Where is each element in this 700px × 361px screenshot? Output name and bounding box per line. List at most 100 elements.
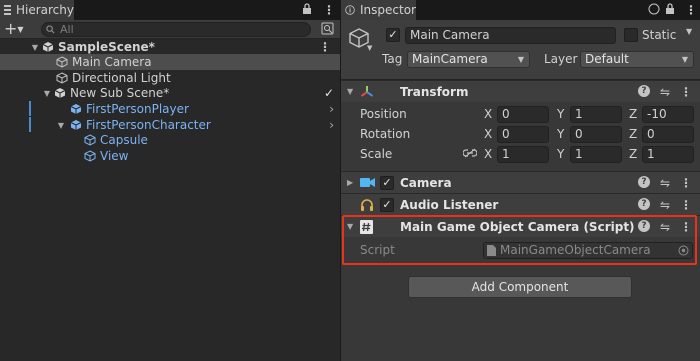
axis-z-label[interactable]: Z — [629, 127, 637, 141]
hierarchy-tab-label: Hierarchy — [15, 3, 74, 17]
transform-header[interactable]: ▼ Transform ? ⇋ ⋮ — [341, 80, 700, 102]
fold-arrow-icon[interactable]: ▼ — [30, 43, 40, 52]
tab-menu-kebab-icon[interactable]: ⋮ — [323, 3, 335, 17]
layer-value: Default — [585, 52, 629, 66]
hierarchy-row-firstpersonplayer[interactable]: FirstPersonPlayer › — [0, 101, 340, 117]
tab-menu-kebab-icon[interactable]: ⋮ — [685, 3, 697, 17]
position-x-field[interactable]: 0 — [497, 106, 549, 123]
scale-z-field[interactable]: 1 — [642, 146, 694, 163]
hierarchy-row-firstpersoncharacter[interactable]: ▼ FirstPersonCharacter › — [0, 117, 340, 133]
help-icon[interactable]: ? — [637, 84, 650, 97]
lock-icon[interactable] — [665, 3, 675, 18]
search-scene-filter-icon[interactable] — [321, 22, 334, 38]
hierarchy-panel: Hierarchy ⋮ +▼ All ▼ SampleScene* ⋮ Main… — [0, 0, 340, 361]
add-component-button[interactable]: Add Component — [408, 276, 632, 298]
component-header-icons: ? ⇋ ⋮ — [637, 197, 692, 212]
component-kebab-icon[interactable]: ⋮ — [680, 176, 692, 190]
rotation-z-field[interactable]: 0 — [642, 126, 694, 143]
help-icon[interactable]: ? — [637, 197, 650, 210]
hierarchy-item-label: FirstPersonPlayer — [86, 102, 189, 116]
layer-dropdown[interactable]: Default ▼ — [580, 51, 694, 68]
static-dropdown-chevron-icon[interactable]: ▼ — [686, 27, 692, 36]
search-placeholder: All — [60, 23, 74, 36]
chevron-right-icon[interactable]: › — [329, 102, 334, 116]
subscene-check-icon[interactable]: ✓ — [324, 86, 334, 100]
object-name-field[interactable]: Main Camera — [405, 27, 616, 44]
tag-value: MainCamera — [412, 52, 488, 66]
camera-title: Camera — [400, 175, 452, 190]
hierarchy-row-new-sub-scene[interactable]: ▼ New Sub Scene* ✓ — [0, 85, 340, 101]
add-object-button[interactable]: +▼ — [4, 19, 24, 38]
inspector-tab-label: Inspector — [360, 3, 416, 17]
hierarchy-toolbar: +▼ All — [0, 19, 340, 39]
axis-z-label[interactable]: Z — [629, 107, 637, 121]
hierarchy-row-main-camera[interactable]: Main Camera — [0, 54, 340, 70]
tab-hierarchy[interactable]: Hierarchy — [0, 0, 74, 20]
component-header-icons: ? ⇋ ⋮ — [637, 84, 692, 99]
tag-dropdown[interactable]: MainCamera ▼ — [407, 51, 530, 68]
fold-arrow-icon[interactable]: ▼ — [42, 89, 52, 98]
add-dropdown-chevron-icon: ▼ — [17, 25, 24, 34]
position-y-field[interactable]: 1 — [570, 106, 622, 123]
axis-y-label[interactable]: Y — [557, 147, 564, 161]
presets-sliders-icon[interactable]: ⇋ — [660, 198, 670, 212]
gameobject-cube-icon — [84, 134, 96, 146]
axis-y-label[interactable]: Y — [557, 107, 564, 121]
hierarchy-row-view[interactable]: View — [0, 148, 340, 164]
help-icon[interactable]: ? — [637, 175, 650, 188]
icon-dropdown-chevron-icon[interactable]: ▼ — [367, 44, 372, 52]
scene-menu-kebab-icon[interactable]: ⋮ — [319, 40, 331, 54]
rotation-y-field[interactable]: 0 — [570, 126, 622, 143]
axis-x-label[interactable]: X — [484, 107, 492, 121]
gameobject-cube-icon — [84, 150, 96, 162]
hierarchy-row-directional-light[interactable]: Directional Light — [0, 70, 340, 86]
fold-arrow-icon[interactable]: ▼ — [347, 87, 353, 96]
hierarchy-item-label: SampleScene* — [58, 40, 155, 54]
hierarchy-item-label: Capsule — [100, 133, 148, 147]
hierarchy-item-label: Main Camera — [72, 55, 152, 69]
chevron-down-icon: ▼ — [681, 55, 688, 64]
axis-y-label[interactable]: Y — [557, 127, 564, 141]
position-z-field[interactable]: -10 — [642, 106, 694, 123]
presets-sliders-icon[interactable]: ⇋ — [660, 85, 670, 99]
audio-listener-enabled-checkbox[interactable]: ✓ — [380, 198, 394, 212]
component-kebab-icon[interactable]: ⋮ — [680, 198, 692, 212]
gameobject-cube-icon — [56, 56, 68, 68]
static-label: Static — [642, 28, 677, 42]
camera-icon — [360, 178, 375, 187]
camera-enabled-checkbox[interactable]: ✓ — [380, 176, 394, 190]
tag-label: Tag — [382, 52, 403, 66]
scale-y-field[interactable]: 1 — [570, 146, 622, 163]
component-kebab-icon[interactable]: ⋮ — [680, 85, 692, 99]
position-label: Position — [360, 107, 407, 121]
hierarchy-row-samplescene[interactable]: ▼ SampleScene* ⋮ — [0, 39, 340, 55]
scale-x-field[interactable]: 1 — [497, 146, 549, 163]
axis-x-label[interactable]: X — [484, 127, 492, 141]
plus-icon: + — [4, 19, 18, 38]
chevron-right-icon[interactable]: › — [329, 118, 334, 132]
hierarchy-row-capsule[interactable]: Capsule — [0, 132, 340, 148]
audio-listener-header[interactable]: ✓ Audio Listener ? ⇋ ⋮ — [341, 193, 700, 215]
fold-arrow-icon[interactable]: ▼ — [56, 121, 66, 130]
scale-label: Scale — [360, 147, 393, 161]
rotation-x-field[interactable]: 0 — [497, 126, 549, 143]
lock-icon[interactable] — [302, 3, 312, 18]
constrain-proportions-link-icon[interactable] — [463, 148, 477, 158]
fold-arrow-right-icon[interactable]: ▶ — [347, 178, 353, 187]
camera-header[interactable]: ▶ ✓ Camera ? ⇋ ⋮ — [341, 171, 700, 193]
tab-inspector[interactable]: Inspector — [341, 0, 416, 20]
axis-z-label[interactable]: Z — [629, 147, 637, 161]
layer-label: Layer — [544, 52, 578, 66]
component-header-icons: ? ⇋ ⋮ — [637, 175, 692, 190]
inspector-panel: Inspector ⋮ ▼ ✓ Main Camera Static ▼ Tag… — [341, 0, 700, 361]
inspector-debug-toggle-icon[interactable] — [648, 3, 660, 18]
presets-sliders-icon[interactable]: ⇋ — [660, 176, 670, 190]
hierarchy-item-label: New Sub Scene* — [70, 86, 170, 100]
rotation-label: Rotation — [360, 127, 411, 141]
gameobject-cube-icon — [56, 72, 68, 84]
axis-x-label[interactable]: X — [484, 147, 492, 161]
hierarchy-search-input[interactable]: All — [41, 22, 311, 37]
static-checkbox[interactable] — [624, 28, 638, 42]
active-checkbox[interactable]: ✓ — [386, 28, 400, 42]
hierarchy-item-label: Directional Light — [72, 71, 171, 85]
